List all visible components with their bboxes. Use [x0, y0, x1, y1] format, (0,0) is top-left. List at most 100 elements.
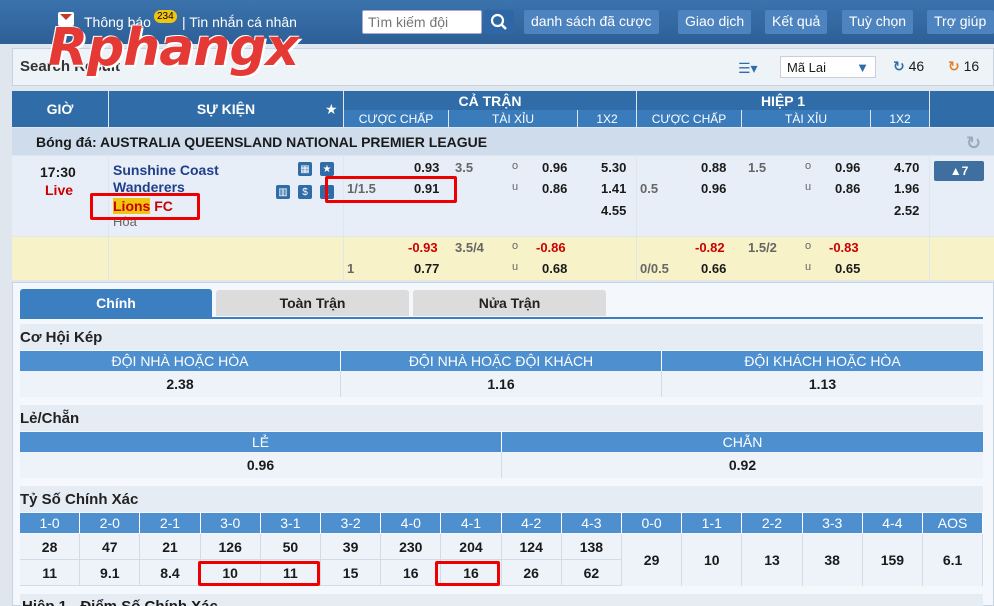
highlight-box	[90, 193, 200, 220]
odds-cell[interactable]: 62	[561, 560, 622, 586]
stats-icon[interactable]: ▥	[276, 185, 290, 199]
score-header: 2-1	[140, 513, 201, 533]
ou-line: 3.5/4	[455, 240, 484, 255]
tab-main[interactable]: Chính	[20, 289, 212, 317]
odds-cell[interactable]: 1.13	[662, 371, 983, 397]
odds-cell[interactable]: 4.70	[894, 160, 919, 175]
odds-cell[interactable]: 0.68	[542, 261, 567, 276]
correct-score-title: Tỷ Số Chính Xác	[20, 491, 139, 508]
odds-cell[interactable]: 47	[80, 534, 141, 560]
odds-cell[interactable]: 21	[140, 534, 201, 560]
odds-cell[interactable]: 29	[622, 534, 683, 586]
odds-cell[interactable]: 11	[20, 560, 81, 586]
odds-cell[interactable]: 0.96	[701, 181, 726, 196]
odds-cell[interactable]: 8.4	[140, 560, 201, 586]
alt-more-cell	[930, 237, 994, 280]
odds-cell[interactable]: 0.96	[20, 452, 502, 478]
ou-line: 3.5	[455, 160, 474, 175]
refresh-counter-right[interactable]: ↻ 16	[948, 58, 979, 75]
odds-cell[interactable]: 0.88	[701, 160, 726, 175]
odds-cell[interactable]: 10	[682, 534, 743, 586]
section-header: Hiệp 1 - Điểm Số Chính Xác	[20, 594, 983, 606]
tab-half-match[interactable]: Nửa Trận	[413, 290, 606, 316]
nav-options[interactable]: Tuỳ chọn	[842, 10, 914, 34]
odds-cell[interactable]: 1.41	[601, 181, 626, 196]
score-header: AOS	[923, 513, 984, 533]
odds-cell[interactable]: 204	[441, 534, 502, 560]
odds-cell[interactable]: 26	[501, 560, 562, 586]
odds-cell[interactable]: 16	[381, 560, 442, 586]
nav-bet-list[interactable]: danh sách đã cược	[524, 10, 659, 34]
score-header: 1-0	[20, 513, 81, 533]
odds-cell[interactable]: 4.55	[601, 203, 626, 218]
odd-even-title: Lẻ/Chẵn	[20, 410, 80, 427]
nav-transactions[interactable]: Giao dịch	[678, 10, 752, 34]
odds-cell[interactable]: 126	[200, 534, 261, 560]
col-event-header: SỰ KIỆN	[109, 91, 343, 127]
odds-cell[interactable]: 0.93	[414, 160, 439, 175]
odds-cell[interactable]: 9.1	[80, 560, 141, 586]
section-header	[20, 324, 983, 350]
odds-cell[interactable]: -0.83	[829, 240, 859, 255]
team-search-input[interactable]	[362, 10, 482, 34]
cashout-icon[interactable]: $	[298, 185, 312, 199]
odds-cell[interactable]: 5.30	[601, 160, 626, 175]
odds-cell[interactable]: 0.96	[835, 160, 860, 175]
full-time-group-header: CẢ TRẬN	[344, 91, 636, 110]
odds-cell[interactable]: 0.77	[414, 261, 439, 276]
nav-help[interactable]: Trợ giúp	[927, 10, 994, 34]
highlight-box	[435, 561, 500, 586]
favorite-star-icon[interactable]: ★	[320, 162, 334, 176]
odds-cell[interactable]: 0.92	[502, 452, 983, 478]
odds-cell[interactable]: 2.52	[894, 203, 919, 218]
refresh-icon: ↻	[948, 58, 960, 74]
odds-cell[interactable]: 38	[802, 534, 863, 586]
tab-full-match[interactable]: Toàn Trận	[216, 290, 409, 316]
hdp-line: 0/0.5	[640, 261, 669, 276]
star-icon[interactable]: ★	[325, 101, 338, 118]
score-header: 4-1	[441, 513, 502, 533]
odds-cell[interactable]: 50	[260, 534, 321, 560]
odds-cell[interactable]: 1.16	[341, 371, 662, 397]
odds-type-select[interactable]: Mã Lai ▼	[780, 56, 876, 78]
odds-cell[interactable]: 159	[862, 534, 923, 586]
alt-time-cell	[12, 237, 108, 280]
refresh-icon: ↻	[893, 58, 905, 74]
refresh-icon[interactable]: ↻	[966, 133, 981, 154]
over-label: o	[805, 160, 812, 172]
odds-cell[interactable]: 1.96	[894, 181, 919, 196]
odds-cell[interactable]: 2.38	[20, 371, 341, 397]
list-view-icon[interactable]: ☰▾	[738, 60, 758, 77]
odds-cell[interactable]: 138	[561, 534, 622, 560]
odds-cell[interactable]: 124	[501, 534, 562, 560]
odds-cell[interactable]: 0.65	[835, 261, 860, 276]
odds-cell[interactable]: 39	[321, 534, 382, 560]
hdp-line: 0.5	[640, 181, 659, 196]
refresh-counter-left[interactable]: ↻ 46	[893, 58, 924, 75]
home-team[interactable]: Sunshine Coast Wanderers	[113, 162, 293, 196]
section-header	[20, 486, 983, 512]
odds-cell[interactable]: -0.82	[695, 240, 725, 255]
odds-cell[interactable]: 28	[20, 534, 81, 560]
score-header: 4-2	[501, 513, 562, 533]
odds-cell[interactable]: 0.86	[542, 181, 567, 196]
more-bets-button[interactable]: ▲ 7	[934, 161, 984, 181]
nav-results[interactable]: Kết quả	[765, 10, 828, 34]
odds-cell[interactable]: -0.93	[408, 240, 438, 255]
highlight-box	[325, 176, 457, 203]
first-half-odds-cell	[637, 156, 929, 236]
odds-cell[interactable]: 230	[381, 534, 442, 560]
odds-cell[interactable]: 15	[321, 560, 382, 586]
odds-cell[interactable]: 0.86	[835, 181, 860, 196]
highlight-box	[198, 561, 320, 586]
search-button[interactable]	[484, 10, 514, 34]
sub-header: TÀI XỈU	[742, 110, 870, 127]
odds-cell[interactable]: 0.96	[542, 160, 567, 175]
over-label: o	[512, 240, 519, 252]
live-tv-icon[interactable]: ▦	[298, 162, 312, 176]
odds-cell[interactable]: 13	[742, 534, 803, 586]
odds-cell[interactable]: 0.66	[701, 261, 726, 276]
odds-cell[interactable]: -0.86	[536, 240, 566, 255]
score-header: 3-1	[260, 513, 321, 533]
odds-cell[interactable]: 6.1	[923, 534, 984, 586]
